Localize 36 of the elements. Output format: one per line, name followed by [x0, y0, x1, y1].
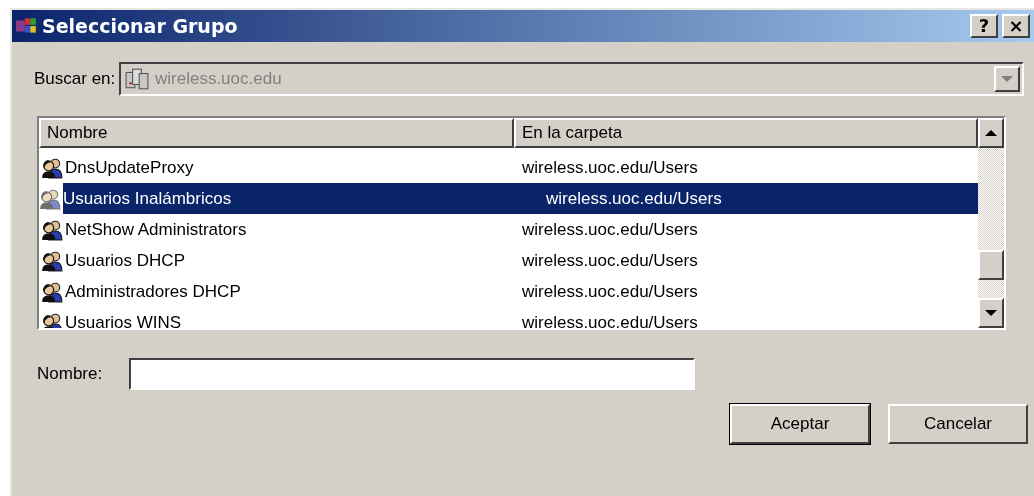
window-title: Seleccionar Grupo — [42, 15, 238, 37]
group-name: Usuarios Inalámbricos — [63, 188, 232, 209]
folder-path: wireless.uoc.edu/Users — [522, 157, 698, 178]
folder-path: wireless.uoc.edu/Users — [522, 250, 698, 271]
group-icon — [39, 187, 61, 210]
list-row[interactable]: Usuarios WINS wireless.uoc.edu/Users — [39, 307, 978, 328]
group-icon — [41, 280, 63, 303]
list-row[interactable]: NetShow Administrators wireless.uoc.edu/Users — [39, 214, 978, 245]
server-icon — [125, 68, 149, 90]
help-button[interactable]: ? — [970, 14, 998, 38]
group-name: Usuarios DHCP — [65, 250, 185, 271]
ok-button[interactable]: Aceptar — [730, 404, 870, 444]
list-row[interactable]: Usuarios DHCP wireless.uoc.edu/Users — [39, 245, 978, 276]
group-icon — [41, 218, 63, 241]
column-header[interactable]: En la carpeta — [514, 118, 978, 148]
close-button[interactable]: × — [1002, 14, 1030, 38]
folder-path: wireless.uoc.edu/Users — [522, 281, 698, 302]
list-row[interactable]: DnsUpdateProxy wireless.uoc.edu/Users — [39, 152, 978, 183]
name-field[interactable] — [129, 358, 695, 390]
group-name: Usuarios WINS — [65, 312, 182, 328]
cancel-button[interactable]: Cancelar — [888, 404, 1028, 444]
folder-path: wireless.uoc.edu/Users — [546, 188, 722, 209]
group-icon — [41, 156, 63, 179]
name-label: Nombre: — [37, 364, 104, 384]
group-name: NetShow Administrators — [65, 219, 247, 240]
group-icon — [41, 249, 63, 272]
column-header[interactable]: Nombre — [39, 118, 514, 148]
group-icon — [41, 311, 63, 328]
look-in-label: Buscar en: — [34, 69, 117, 89]
group-name: Administradores DHCP — [65, 281, 241, 302]
group-name: DnsUpdateProxy — [65, 157, 194, 178]
folder-path: wireless.uoc.edu/Users — [522, 219, 698, 240]
folder-path: wireless.uoc.edu/Users — [522, 312, 698, 328]
list-row[interactable]: Administradores DHCP wireless.uoc.edu/Users — [39, 276, 978, 307]
scrollbar[interactable] — [978, 118, 1004, 328]
app-icon — [16, 17, 38, 35]
